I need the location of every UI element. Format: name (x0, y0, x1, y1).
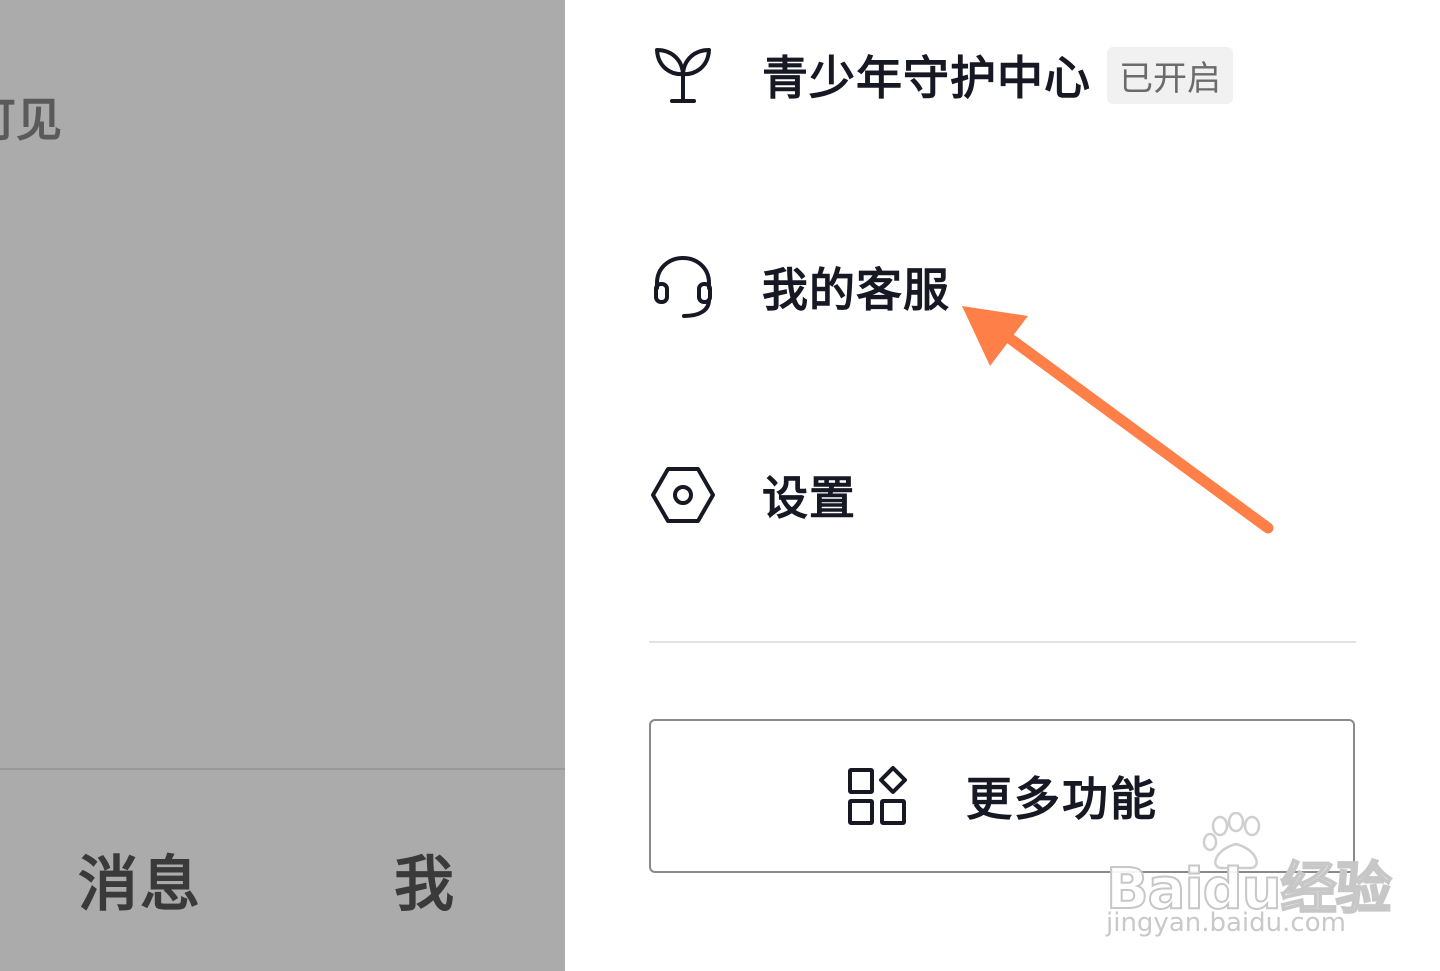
status-badge: 已开启 (1107, 46, 1233, 104)
side-drawer: 青少年守护中心 已开启 我的客服 设置 更多功能 (565, 0, 1440, 971)
menu-item-label: 我的客服 (762, 263, 950, 317)
more-features-button[interactable]: 更多功能 (649, 719, 1355, 873)
menu-item-customer-service[interactable]: 我的客服 (650, 247, 950, 327)
background-partial-text: 可见 (0, 93, 62, 147)
background-page-overlay[interactable]: 可见 消息 我 (0, 0, 565, 971)
tab-messages[interactable]: 消息 (78, 836, 202, 923)
more-features-label: 更多功能 (966, 772, 1158, 826)
tab-me[interactable]: 我 (394, 836, 456, 923)
sprout-icon (650, 42, 716, 108)
menu-item-label: 青少年守护中心 (762, 51, 1091, 105)
background-tabbar-divider (0, 768, 565, 770)
headset-icon (650, 254, 716, 320)
apps-grid-icon (846, 765, 908, 827)
menu-item-label: 设置 (762, 471, 856, 525)
menu-item-settings[interactable]: 设置 (650, 455, 856, 535)
menu-item-youth-protection[interactable]: 青少年守护中心 已开启 (650, 35, 1233, 115)
drawer-divider (649, 641, 1356, 643)
hexagon-gear-icon (650, 462, 716, 528)
